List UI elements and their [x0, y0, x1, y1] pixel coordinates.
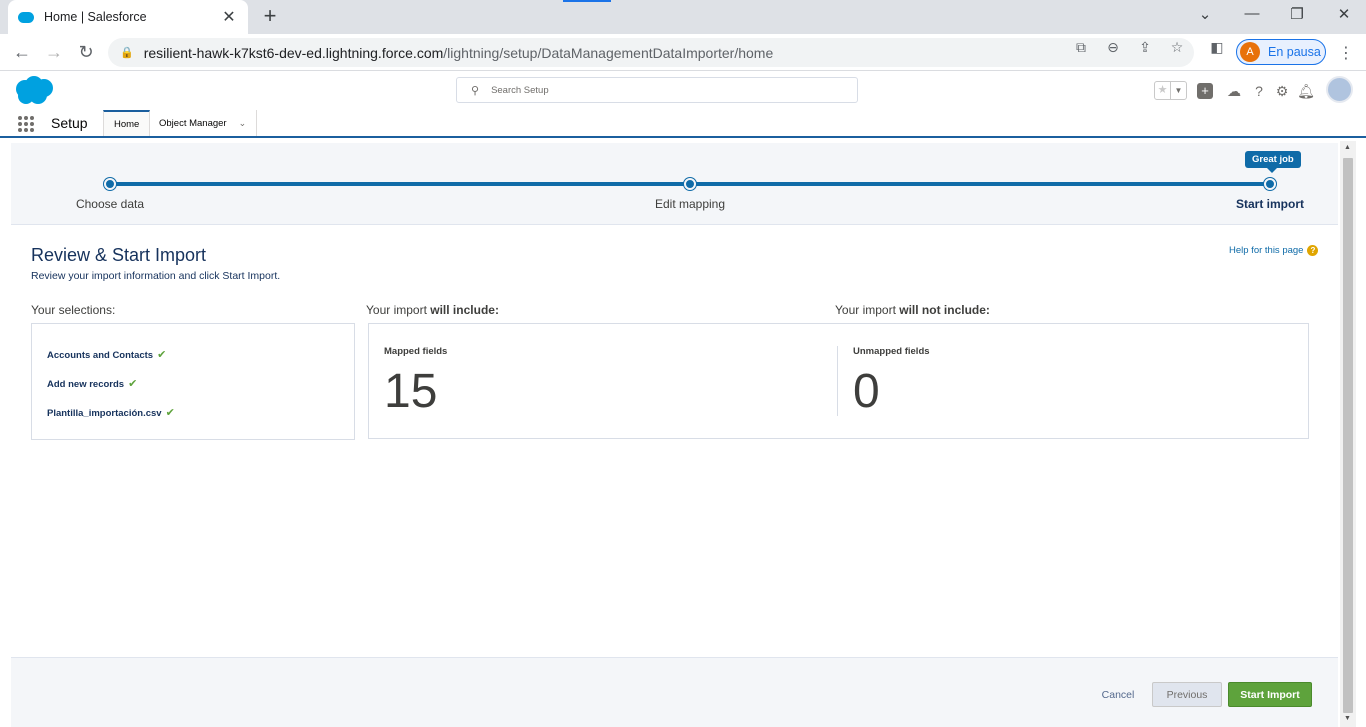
browser-tab-active[interactable]: Home | Salesforce ✕: [8, 0, 248, 34]
search-icon: ⚲: [471, 84, 480, 97]
tab-home-label: Home: [114, 118, 140, 130]
page-subtitle: Review your import information and click…: [31, 270, 281, 282]
browser-toolbar: ← → ↻ 🔒 resilient-hawk-k7kst6-dev-ed.lig…: [0, 34, 1366, 71]
page-title: Review & Start Import: [31, 245, 207, 265]
progress-step-dot-2: [684, 178, 696, 190]
profile-status-label: En pausa: [1268, 45, 1321, 59]
help-for-this-page-link[interactable]: Help for this page ?: [1229, 245, 1319, 256]
will-include-heading: Your import will include:: [366, 303, 499, 317]
will-not-include-prefix: Your import: [835, 303, 900, 317]
checkmark-icon: ✔: [157, 349, 167, 361]
selections-heading: Your selections:: [31, 303, 116, 317]
forward-arrow-icon[interactable]: →: [42, 40, 66, 64]
help-icon[interactable]: ?: [1250, 82, 1268, 100]
previous-button[interactable]: Previous: [1152, 682, 1222, 707]
unmapped-fields-count: 0: [853, 365, 880, 418]
url-path: /lightning/setup/DataManagementDataImpor…: [443, 44, 774, 61]
tab-object-manager[interactable]: Object Manager ⌄: [149, 110, 258, 136]
import-progress-panel: Choose data Edit mapping Start import Gr…: [11, 143, 1338, 225]
import-summary-box: Mapped fields 15 Unmapped fields 0: [368, 323, 1309, 439]
progress-step-dot-3: [1264, 178, 1276, 190]
setup-nav-bar: Setup Home Object Manager ⌄: [0, 110, 1366, 138]
unmapped-fields-label: Unmapped fields: [853, 346, 930, 357]
share-icon[interactable]: ⇪: [1135, 39, 1155, 56]
step-label-start-import: Start import: [1235, 197, 1304, 211]
tab-search-icon[interactable]: ⌄: [1195, 5, 1215, 23]
will-include-bold: will include:: [430, 303, 499, 317]
trailhead-icon[interactable]: ☁: [1225, 82, 1243, 100]
close-window-button[interactable]: ✕: [1334, 5, 1354, 23]
progress-step-dot-1: [104, 178, 116, 190]
close-tab-icon[interactable]: ✕: [220, 7, 238, 27]
will-include-prefix: Your import: [366, 303, 431, 317]
scroll-up-arrow-icon[interactable]: ▲: [1344, 144, 1351, 151]
side-panel-icon[interactable]: ◧: [1207, 39, 1227, 56]
selections-box: Accounts and Contacts ✔ Add new records ✔ …: [31, 323, 355, 440]
selection-item: Plantilla_importación.csv ✔: [47, 406, 175, 419]
bookmark-star-icon[interactable]: ☆: [1167, 39, 1187, 56]
will-not-include-bold: will not include:: [899, 303, 990, 317]
user-avatar[interactable]: [1326, 76, 1353, 103]
selection-file-label: Plantilla_importación.csv: [47, 408, 162, 419]
salesforce-logo-icon[interactable]: [12, 75, 56, 105]
new-tab-button[interactable]: +: [258, 4, 282, 28]
summary-divider: [837, 346, 838, 416]
star-icon[interactable]: ★: [1155, 82, 1170, 99]
wizard-footer: Cancel Previous Start Import: [11, 657, 1338, 727]
selection-object-label: Accounts and Contacts: [47, 350, 154, 361]
minimize-window-button[interactable]: —: [1242, 5, 1262, 22]
chevron-down-icon[interactable]: ▼: [1170, 82, 1186, 99]
step-label-choose-data: Choose data: [75, 197, 145, 211]
help-link-label: Help for this page: [1229, 245, 1304, 256]
translate-icon[interactable]: ⧉: [1071, 39, 1091, 56]
checkmark-icon: ✔: [165, 407, 175, 419]
mapped-fields-label: Mapped fields: [384, 346, 448, 357]
selection-action-label: Add new records: [47, 379, 125, 390]
lock-icon[interactable]: 🔒: [120, 46, 134, 59]
help-question-icon: ?: [1307, 245, 1319, 256]
step-label-edit-mapping: Edit mapping: [654, 197, 726, 211]
setup-search-input[interactable]: ⚲ Search Setup: [456, 77, 858, 103]
salesforce-favicon-icon: [18, 11, 34, 23]
salesforce-global-header: ⚲ Search Setup ★ ▼ + ☁ ? ⚙ 🔔︎: [0, 71, 1366, 110]
browser-tab-strip: Home | Salesforce ✕ + ⌄ — ❐ ✕: [0, 0, 1366, 34]
mapped-fields-count: 15: [384, 365, 438, 418]
global-actions-add-icon[interactable]: +: [1197, 83, 1213, 99]
browser-tab-title: Home | Salesforce: [44, 10, 147, 24]
gear-icon[interactable]: ⚙: [1273, 82, 1291, 100]
vertical-scrollbar[interactable]: ▲ ▼: [1340, 141, 1356, 727]
app-launcher-icon[interactable]: [18, 116, 34, 132]
tab-object-manager-label: Object Manager: [159, 117, 227, 129]
favorites-button[interactable]: ★ ▼: [1154, 81, 1187, 100]
zoom-icon[interactable]: ⊖: [1103, 39, 1123, 56]
great-job-tooltip: Great job: [1245, 151, 1301, 173]
notification-bell-icon[interactable]: 🔔︎: [1297, 82, 1315, 100]
reload-icon[interactable]: ↻: [74, 40, 98, 64]
profile-button[interactable]: A En pausa: [1236, 39, 1326, 65]
search-placeholder: Search Setup: [491, 84, 549, 96]
cancel-button[interactable]: Cancel: [1090, 682, 1146, 707]
app-name: Setup: [51, 115, 88, 131]
checkmark-icon: ✔: [128, 378, 138, 390]
address-bar[interactable]: 🔒 resilient-hawk-k7kst6-dev-ed.lightning…: [108, 38, 1194, 67]
chevron-down-icon[interactable]: ⌄: [239, 118, 247, 129]
url-host: resilient-hawk-k7kst6-dev-ed.lightning.f…: [143, 44, 444, 61]
loading-indicator: [563, 0, 611, 2]
selection-item: Accounts and Contacts ✔: [47, 348, 166, 361]
tab-home[interactable]: Home: [103, 110, 151, 136]
scroll-down-arrow-icon[interactable]: ▼: [1344, 715, 1351, 722]
browser-menu-icon[interactable]: ⋮: [1338, 43, 1354, 63]
back-arrow-icon[interactable]: ←: [10, 40, 34, 64]
profile-avatar: A: [1240, 42, 1260, 62]
will-not-include-heading: Your import will not include:: [835, 303, 990, 317]
selection-item: Add new records ✔: [47, 377, 137, 390]
scrollbar-thumb[interactable]: [1343, 158, 1353, 713]
restore-window-button[interactable]: ❐: [1287, 5, 1307, 23]
start-import-button[interactable]: Start Import: [1228, 682, 1312, 707]
